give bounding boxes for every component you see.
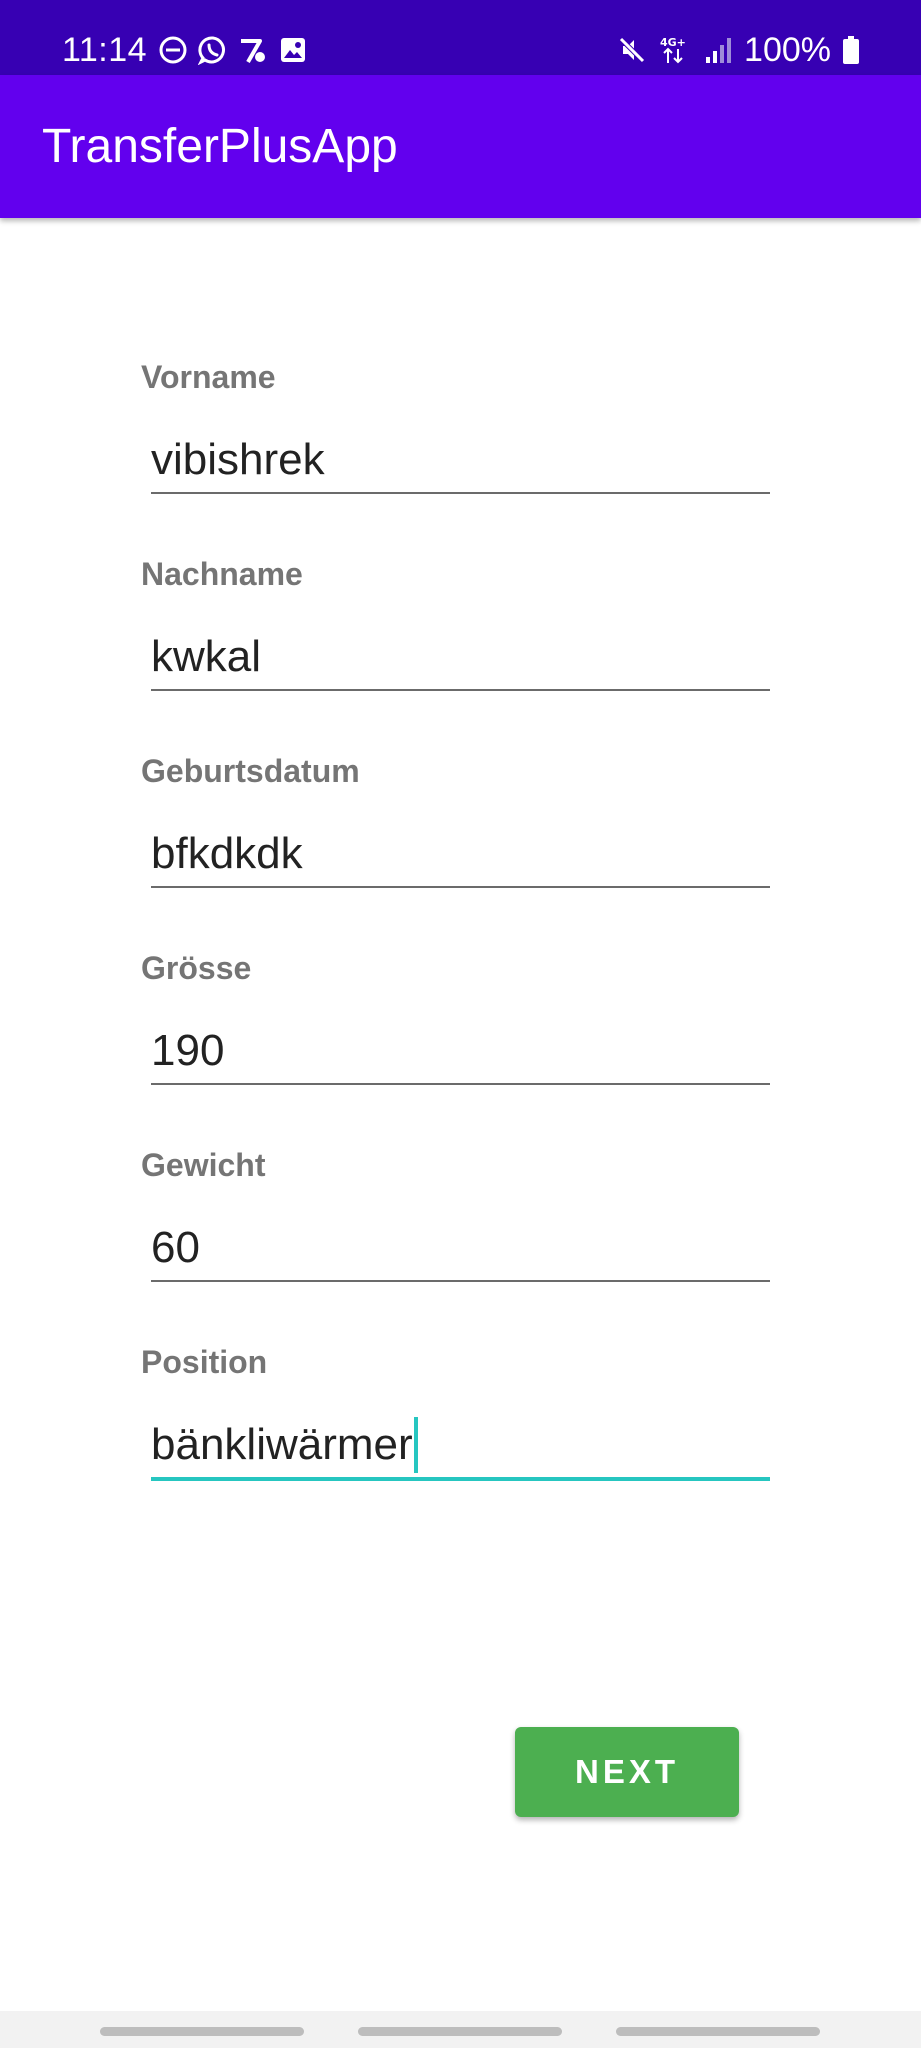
nav-gesture-center[interactable] [358, 2027, 562, 2036]
vorname-field[interactable]: vibishrek [151, 432, 770, 494]
status-time: 11:14 [62, 31, 148, 69]
status-icons-left [157, 34, 309, 66]
whatsapp-icon [197, 34, 229, 66]
do-not-disturb-icon [157, 34, 189, 66]
app-bar: TransferPlusApp [0, 75, 921, 218]
status-bar: 11:14 4G+ 100% [0, 0, 921, 75]
battery-icon [841, 34, 861, 66]
navigation-bar [0, 2011, 921, 2048]
text-cursor [413, 1417, 418, 1473]
mute-icon [616, 34, 648, 66]
status-icons-right: 4G+ 100% [616, 30, 861, 70]
gewicht-label: Gewicht [141, 1147, 266, 1183]
app-notification-icon [237, 34, 269, 66]
svg-text:4G+: 4G+ [660, 36, 686, 49]
geburtsdatum-field[interactable]: bfkdkdk [151, 826, 770, 888]
gewicht-field[interactable]: 60 [151, 1220, 770, 1282]
gallery-icon [277, 34, 309, 66]
nav-gesture-right[interactable] [616, 2027, 820, 2036]
geburtsdatum-label: Geburtsdatum [141, 753, 360, 789]
app-title: TransferPlusApp [42, 120, 398, 173]
signal-icon [702, 34, 734, 66]
groesse-field[interactable]: 190 [151, 1023, 770, 1085]
nachname-label: Nachname [141, 556, 303, 592]
4g-plus-icon: 4G+ [658, 34, 692, 66]
position-label: Position [141, 1344, 268, 1380]
nachname-field[interactable]: kwkal [151, 629, 770, 691]
position-field[interactable]: bänkliwärmer [151, 1417, 770, 1481]
next-button[interactable]: NEXT [515, 1727, 739, 1817]
position-value: bänkliwärmer [151, 1420, 413, 1469]
vorname-label: Vorname [141, 359, 276, 395]
battery-percentage: 100% [744, 31, 831, 69]
groesse-label: Grösse [141, 950, 252, 986]
nav-gesture-left[interactable] [100, 2027, 304, 2036]
